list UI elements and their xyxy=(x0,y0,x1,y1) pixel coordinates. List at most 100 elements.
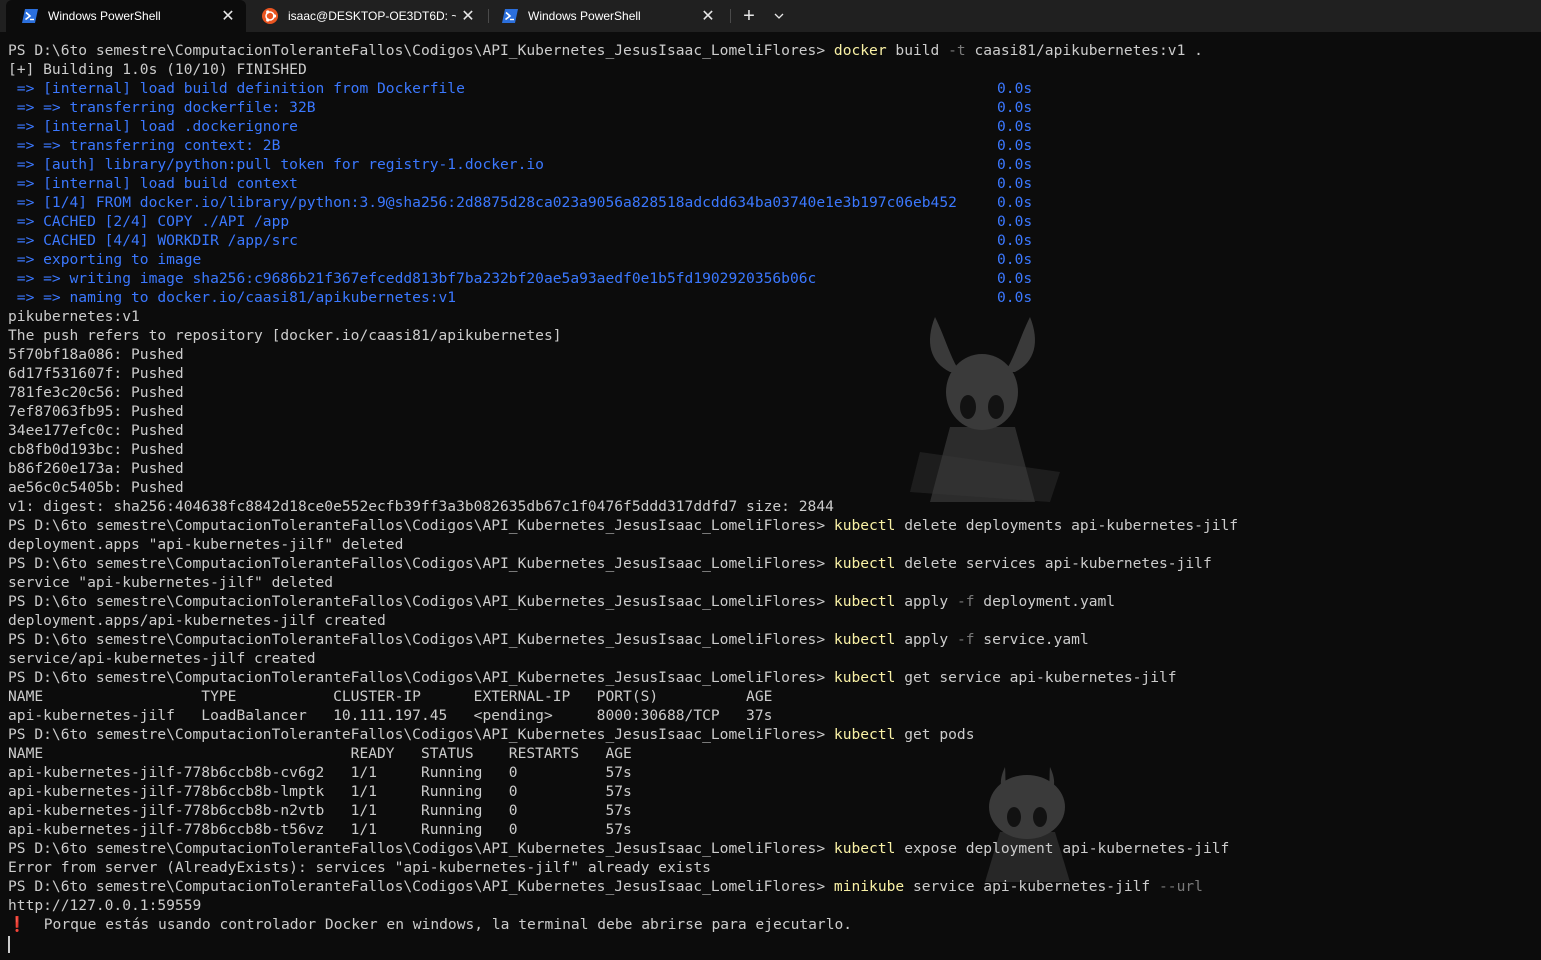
prompt: PS D:\6to semestre\ComputacionToleranteF… xyxy=(8,555,834,572)
prompt: PS D:\6to semestre\ComputacionToleranteF… xyxy=(8,517,834,534)
command-name: kubectl xyxy=(833,593,896,610)
output-line: service/api-kubernetes-jilf created xyxy=(8,650,316,667)
ubuntu-icon xyxy=(262,8,278,24)
command-args: delete services api-kubernetes-jilf xyxy=(895,555,1212,572)
build-step: => CACHED [2/4] COPY ./API /app 0.0s xyxy=(8,213,1033,230)
output-line: 7ef87063fb95: Pushed xyxy=(8,403,184,420)
build-step: => => naming to docker.io/caasi81/apikub… xyxy=(8,289,1033,306)
terminal-pane[interactable]: PS D:\6to semestre\ComputacionToleranteF… xyxy=(0,32,1541,960)
tab-label: Windows PowerShell xyxy=(48,9,161,23)
tab-label: Windows PowerShell xyxy=(528,9,641,23)
table-row: api-kubernetes-jilf-778b6ccb8b-n2vtb 1/1… xyxy=(8,802,632,819)
output-line: 6d17f531607f: Pushed xyxy=(8,365,184,382)
build-step: => [auth] library/python:pull token for … xyxy=(8,156,1033,173)
command-flag: -t xyxy=(948,42,966,59)
close-icon[interactable]: ✕ xyxy=(456,4,480,28)
prompt-line: PS D:\6to semestre\ComputacionToleranteF… xyxy=(8,41,1541,60)
table-row: api-kubernetes-jilf-778b6ccb8b-cv6g2 1/1… xyxy=(8,764,632,781)
output-line: b86f260e173a: Pushed xyxy=(8,460,184,477)
prompt: PS D:\6to semestre\ComputacionToleranteF… xyxy=(8,726,834,743)
prompt-line: PS D:\6to semestre\ComputacionToleranteF… xyxy=(8,554,1541,573)
prompt-line: PS D:\6to semestre\ComputacionToleranteF… xyxy=(8,516,1541,535)
command-args: service api-kubernetes-jilf xyxy=(904,878,1160,895)
command-args: expose deployment api-kubernetes-jilf xyxy=(895,840,1230,857)
close-icon[interactable]: ✕ xyxy=(216,4,240,28)
build-step: => [internal] load build definition from… xyxy=(8,80,1033,97)
plus-icon: + xyxy=(743,4,755,27)
command-name: kubectl xyxy=(833,726,896,743)
new-tab-button[interactable]: + xyxy=(736,4,762,28)
table-row: api-kubernetes-jilf-778b6ccb8b-lmptk 1/1… xyxy=(8,783,632,800)
prompt: PS D:\6to semestre\ComputacionToleranteF… xyxy=(8,42,834,59)
command-flag: -f xyxy=(956,631,975,648)
command-name: minikube xyxy=(833,878,905,895)
table-header: NAME TYPE CLUSTER-IP EXTERNAL-IP PORT(S)… xyxy=(8,688,773,705)
prompt-line: PS D:\6to semestre\ComputacionToleranteF… xyxy=(8,630,1541,649)
build-step: => [internal] load .dockerignore 0.0s xyxy=(8,118,1033,135)
build-step: => [1/4] FROM docker.io/library/python:3… xyxy=(8,194,1033,211)
prompt-line: PS D:\6to semestre\ComputacionToleranteF… xyxy=(8,877,1541,896)
output-line: The push refers to repository [docker.io… xyxy=(8,327,562,344)
tab-divider xyxy=(730,9,731,23)
build-step: => => writing image sha256:c9686b21f367e… xyxy=(8,270,1033,287)
tab-windows-powershell-1[interactable]: Windows PowerShell ✕ xyxy=(6,0,246,32)
command-args: apply xyxy=(895,593,957,610)
powershell-icon xyxy=(502,8,518,24)
build-step: => => transferring dockerfile: 32B 0.0s xyxy=(8,99,1033,116)
command-name: kubectl xyxy=(833,669,896,686)
build-step: => CACHED [4/4] WORKDIR /app/src 0.0s xyxy=(8,232,1033,249)
command-flag: --url xyxy=(1159,878,1203,895)
exclamation-icon: ❗ xyxy=(8,916,27,933)
command-name: docker xyxy=(833,42,887,59)
prompt: PS D:\6to semestre\ComputacionToleranteF… xyxy=(8,593,834,610)
command-args: service.yaml xyxy=(974,631,1089,648)
output-line: deployment.apps/api-kubernetes-jilf crea… xyxy=(8,612,386,629)
command-args: get pods xyxy=(895,726,975,743)
output-line: pikubernetes:v1 xyxy=(8,308,140,325)
tab-dropdown-button[interactable] xyxy=(768,4,790,28)
input-line[interactable] xyxy=(8,934,1541,953)
close-icon[interactable]: ✕ xyxy=(696,4,720,28)
command-args: delete deployments api-kubernetes-jilf xyxy=(895,517,1239,534)
command-name: kubectl xyxy=(833,631,896,648)
build-header: [+] Building 1.0s (10/10) FINISHED xyxy=(8,61,307,78)
tab-ubuntu[interactable]: isaac@DESKTOP-OE3DT6D: ~ ✕ xyxy=(246,0,486,32)
prompt: PS D:\6to semestre\ComputacionToleranteF… xyxy=(8,878,834,895)
powershell-icon xyxy=(22,8,38,24)
output-line: ae56c0c5405b: Pushed xyxy=(8,479,184,496)
tab-windows-powershell-2[interactable]: Windows PowerShell ✕ xyxy=(486,0,726,32)
output-line: cb8fb0d193bc: Pushed xyxy=(8,441,184,458)
prompt-line: PS D:\6to semestre\ComputacionToleranteF… xyxy=(8,725,1541,744)
url-output[interactable]: http://127.0.0.1:59559 xyxy=(8,896,1541,915)
prompt-line: PS D:\6to semestre\ComputacionToleranteF… xyxy=(8,592,1541,611)
text-cursor xyxy=(8,935,10,953)
table-header: NAME READY STATUS RESTARTS AGE xyxy=(8,745,632,762)
warning-line: ❗ Porque estás usando controlador Docker… xyxy=(8,915,1541,934)
command-name: kubectl xyxy=(833,555,896,572)
output-line: 5f70bf18a086: Pushed xyxy=(8,346,184,363)
command-args: caasi81/apikubernetes:v1 . xyxy=(965,42,1203,59)
prompt-line: PS D:\6to semestre\ComputacionToleranteF… xyxy=(8,668,1541,687)
prompt: PS D:\6to semestre\ComputacionToleranteF… xyxy=(8,669,834,686)
build-step: => [internal] load build context 0.0s xyxy=(8,175,1033,192)
command-args: deployment.yaml xyxy=(974,593,1116,610)
tab-bar: Windows PowerShell ✕ isaac@DESKTOP-OE3DT… xyxy=(0,0,1541,32)
tab-label: isaac@DESKTOP-OE3DT6D: ~ xyxy=(288,9,456,23)
chevron-down-icon xyxy=(774,13,784,19)
output-line: deployment.apps "api-kubernetes-jilf" de… xyxy=(8,536,404,553)
output-line: v1: digest: sha256:404638fc8842d18ce0e55… xyxy=(8,498,834,515)
command-name: kubectl xyxy=(833,840,896,857)
prompt: PS D:\6to semestre\ComputacionToleranteF… xyxy=(8,840,834,857)
command-args: build xyxy=(886,42,949,59)
output-line: 781fe3c20c56: Pushed xyxy=(8,384,184,401)
prompt: PS D:\6to semestre\ComputacionToleranteF… xyxy=(8,631,834,648)
terminal-output: PS D:\6to semestre\ComputacionToleranteF… xyxy=(8,41,1541,953)
command-name: kubectl xyxy=(833,517,896,534)
table-row: api-kubernetes-jilf-778b6ccb8b-t56vz 1/1… xyxy=(8,821,632,838)
error-line: Error from server (AlreadyExists): servi… xyxy=(8,859,711,876)
command-flag: -f xyxy=(956,593,975,610)
table-row: api-kubernetes-jilf LoadBalancer 10.111.… xyxy=(8,707,773,724)
prompt-line: PS D:\6to semestre\ComputacionToleranteF… xyxy=(8,839,1541,858)
warning-text: Porque estás usando controlador Docker e… xyxy=(26,916,853,933)
build-step: => => transferring context: 2B 0.0s xyxy=(8,137,1033,154)
